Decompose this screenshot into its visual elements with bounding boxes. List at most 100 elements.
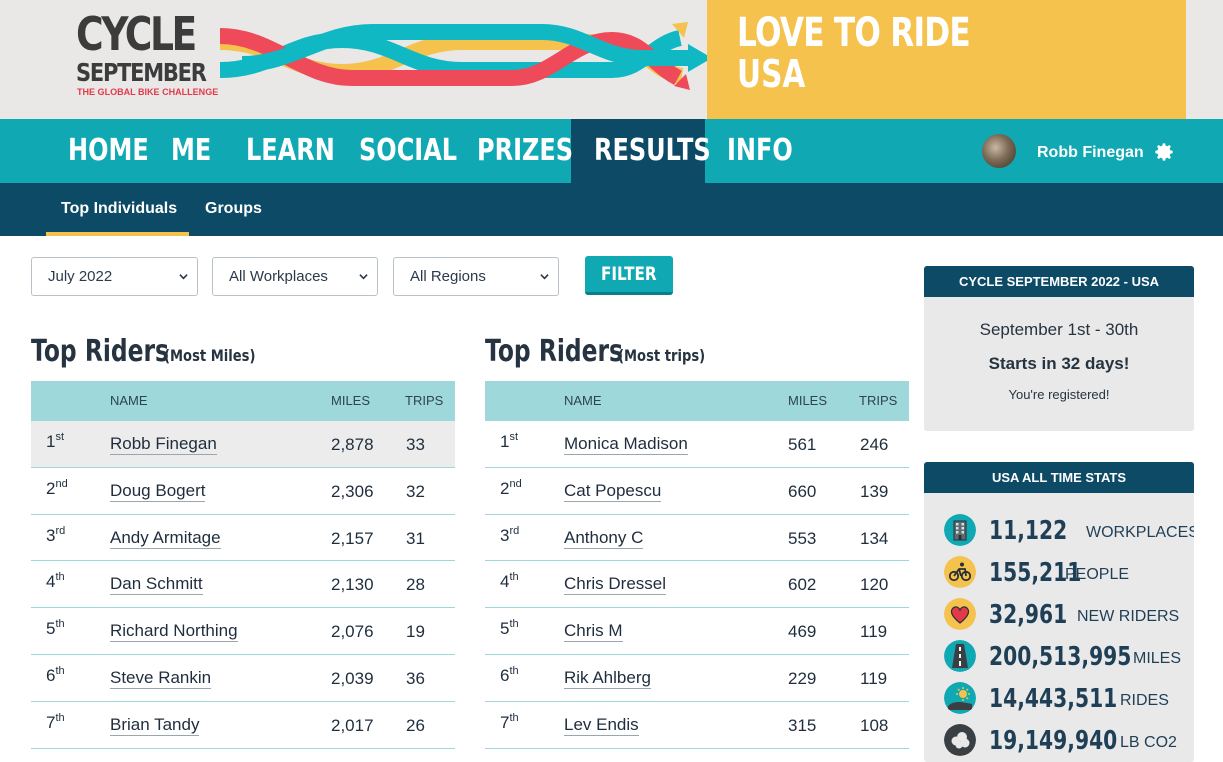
- nav-learn[interactable]: LEARN: [246, 119, 335, 183]
- miles-value: 2,306: [331, 481, 374, 501]
- trips-value: 139: [860, 481, 889, 501]
- rider-name-link[interactable]: Robb Finegan: [110, 435, 217, 455]
- filter-button-label: FILTER: [601, 263, 657, 285]
- most-trips-table: NAME MILES TRIPS 1st Monica Madison 561 246…: [485, 381, 909, 749]
- trips-value: 120: [860, 575, 889, 595]
- most-miles-subtitle: (Most Miles): [164, 346, 256, 365]
- miles-value: 660: [788, 481, 817, 501]
- filter-button[interactable]: FILTER: [585, 256, 673, 295]
- results-subnavigation: Top Individuals Groups: [0, 183, 1223, 236]
- table-header: NAME MILES TRIPS: [31, 381, 455, 421]
- trips-value: 36: [406, 668, 425, 688]
- region-select-value: All Regions: [410, 268, 486, 285]
- column-header-miles[interactable]: MILES: [788, 381, 827, 421]
- rank: 4th: [500, 571, 519, 592]
- rider-name-link[interactable]: Chris M: [564, 622, 623, 643]
- stat-label: LB CO2: [1120, 734, 1177, 751]
- miles-value: 2,157: [331, 528, 374, 548]
- brand-title: LOVE TO RIDE: [737, 10, 971, 56]
- tab-groups[interactable]: Groups: [205, 183, 262, 236]
- rider-name-link[interactable]: Andy Armitage: [110, 528, 221, 549]
- rank: 1st: [500, 431, 519, 452]
- rank: 2nd: [500, 477, 522, 499]
- stat-label: PEOPLE: [1065, 566, 1130, 583]
- gear-icon[interactable]: [1153, 141, 1175, 163]
- rank-suffix: nd: [509, 477, 522, 490]
- chevron-down-icon: [540, 274, 549, 280]
- table-header: NAME MILES TRIPS: [485, 381, 909, 421]
- cycle-september-logo[interactable]: CYCLE SEPTEMBER THE GLOBAL BIKE CHALLENG…: [76, 7, 218, 102]
- rider-name-link[interactable]: Steve Rankin: [110, 668, 212, 689]
- column-header-name[interactable]: NAME: [110, 381, 148, 421]
- tab-top-individuals[interactable]: Top Individuals: [61, 183, 177, 236]
- column-header-trips[interactable]: TRIPS: [405, 381, 443, 421]
- miles-value: 553: [788, 528, 817, 548]
- rider-name-link[interactable]: Richard Northing: [110, 622, 238, 643]
- rider-name-link[interactable]: Doug Bogert: [110, 481, 206, 502]
- rank-suffix: st: [55, 431, 65, 443]
- stat-value: 14,443,511: [989, 684, 1118, 714]
- love-to-ride-panel[interactable]: LOVE TO RIDE USA: [707, 0, 1186, 119]
- rank: 3rd: [46, 525, 65, 546]
- cloud-icon: [944, 724, 976, 756]
- rider-name-link[interactable]: Cat Popescu: [564, 481, 662, 502]
- rank: 2nd: [46, 478, 68, 499]
- user-avatar[interactable]: [982, 134, 1016, 168]
- nav-results[interactable]: RESULTS: [594, 119, 711, 183]
- table-row: 2nd Doug Bogert 2,306 32: [31, 468, 455, 515]
- rider-name-link[interactable]: Dan Schmitt: [110, 575, 203, 596]
- trips-value: 134: [860, 528, 889, 548]
- nav-social[interactable]: SOCIAL: [359, 119, 457, 183]
- rank-suffix: th: [509, 618, 519, 631]
- logo-tagline: THE GLOBAL BIKE CHALLENGE: [77, 87, 219, 98]
- stat-label: RIDES: [1120, 692, 1169, 709]
- event-dates: September 1st - 30th: [979, 320, 1139, 339]
- rank: 6th: [500, 665, 519, 686]
- miles-value: 2,130: [331, 575, 374, 595]
- rider-name-link[interactable]: Rik Ahlberg: [564, 668, 651, 689]
- rank: 6th: [46, 665, 65, 686]
- rider-name-link[interactable]: Chris Dressel: [564, 575, 667, 596]
- chevron-down-icon: [179, 274, 188, 280]
- logo-line-1: CYCLE: [76, 7, 197, 61]
- rank-suffix: th: [55, 711, 65, 724]
- nav-info[interactable]: INFO: [727, 119, 793, 183]
- column-header-name[interactable]: NAME: [564, 381, 602, 421]
- miles-value: 469: [788, 622, 817, 642]
- nav-home[interactable]: HOME: [68, 119, 149, 183]
- nav-me[interactable]: ME: [171, 119, 211, 183]
- rank-suffix: th: [509, 711, 519, 724]
- active-tab-underline: [46, 232, 189, 236]
- rider-name-link[interactable]: Anthony C: [564, 528, 644, 549]
- column-header-miles[interactable]: MILES: [331, 381, 370, 421]
- logo-line-2: SEPTEMBER: [76, 58, 207, 87]
- main-navigation: HOME ME LEARN SOCIAL PRIZES RESULTS INFO…: [0, 119, 1223, 183]
- table-row: 5th Chris M 469 119: [485, 608, 909, 655]
- all-time-stats-panel: USA ALL TIME STATS 11,122 WORKPLACES 155…: [924, 462, 1194, 762]
- stats-panel-title: USA ALL TIME STATS: [924, 462, 1194, 493]
- rider-name-link[interactable]: Lev Endis: [564, 715, 639, 736]
- miles-value: 229: [788, 668, 817, 688]
- column-header-trips[interactable]: TRIPS: [859, 381, 897, 421]
- miles-value: 561: [788, 435, 817, 454]
- month-select[interactable]: July 2022: [31, 257, 198, 296]
- table-row: 5th Richard Northing 2,076 19: [31, 608, 455, 655]
- region-select[interactable]: All Regions: [393, 257, 559, 296]
- rider-name-link[interactable]: Monica Madison: [564, 435, 688, 455]
- month-select-value: July 2022: [48, 268, 113, 285]
- stat-value: 200,513,995: [989, 642, 1132, 672]
- registration-status: You're registered!: [1008, 387, 1110, 402]
- table-row: 7th Lev Endis 315 108: [485, 702, 909, 749]
- rider-name-link[interactable]: Brian Tandy: [110, 715, 200, 736]
- nav-prizes[interactable]: PRIZES: [477, 119, 573, 183]
- rank: 7th: [46, 711, 65, 733]
- user-name-link[interactable]: Robb Finegan: [1037, 119, 1144, 183]
- rank-suffix: st: [509, 431, 519, 443]
- event-info-panel: CYCLE SEPTEMBER 2022 - USA September 1st…: [924, 266, 1194, 431]
- workplace-select[interactable]: All Workplaces: [212, 257, 378, 296]
- stat-label: MILES: [1133, 650, 1182, 667]
- miles-value: 2,878: [331, 435, 374, 454]
- most-miles-table: NAME MILES TRIPS 1st Robb Finegan 2,878 33 2…: [31, 381, 455, 749]
- heart-icon: [944, 598, 976, 630]
- brand-country: USA: [737, 52, 806, 96]
